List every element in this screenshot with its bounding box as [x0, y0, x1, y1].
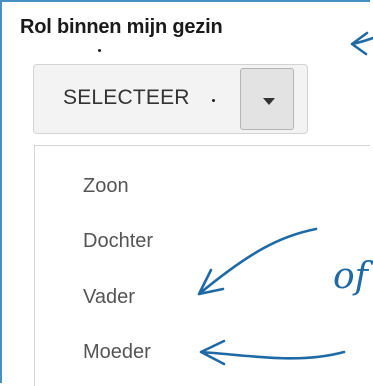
- select-value: SELECTEER: [63, 86, 190, 109]
- chevron-down-icon: [263, 98, 275, 105]
- cursor-dot: [98, 49, 101, 52]
- dropdown-option-zoon[interactable]: Zoon: [83, 175, 129, 198]
- dropdown-option-moeder[interactable]: Moeder: [83, 341, 151, 364]
- dropdown-toggle-button[interactable]: [240, 68, 294, 130]
- handwritten-annotation: of: [333, 256, 368, 297]
- dropdown-menu: Zoon Dochter Vader Moeder: [34, 145, 370, 386]
- dropdown-option-dochter[interactable]: Dochter: [83, 230, 153, 253]
- cursor-dot: [212, 99, 215, 102]
- field-label: Rol binnen mijn gezin: [20, 16, 223, 38]
- dropdown-option-vader[interactable]: Vader: [83, 286, 135, 309]
